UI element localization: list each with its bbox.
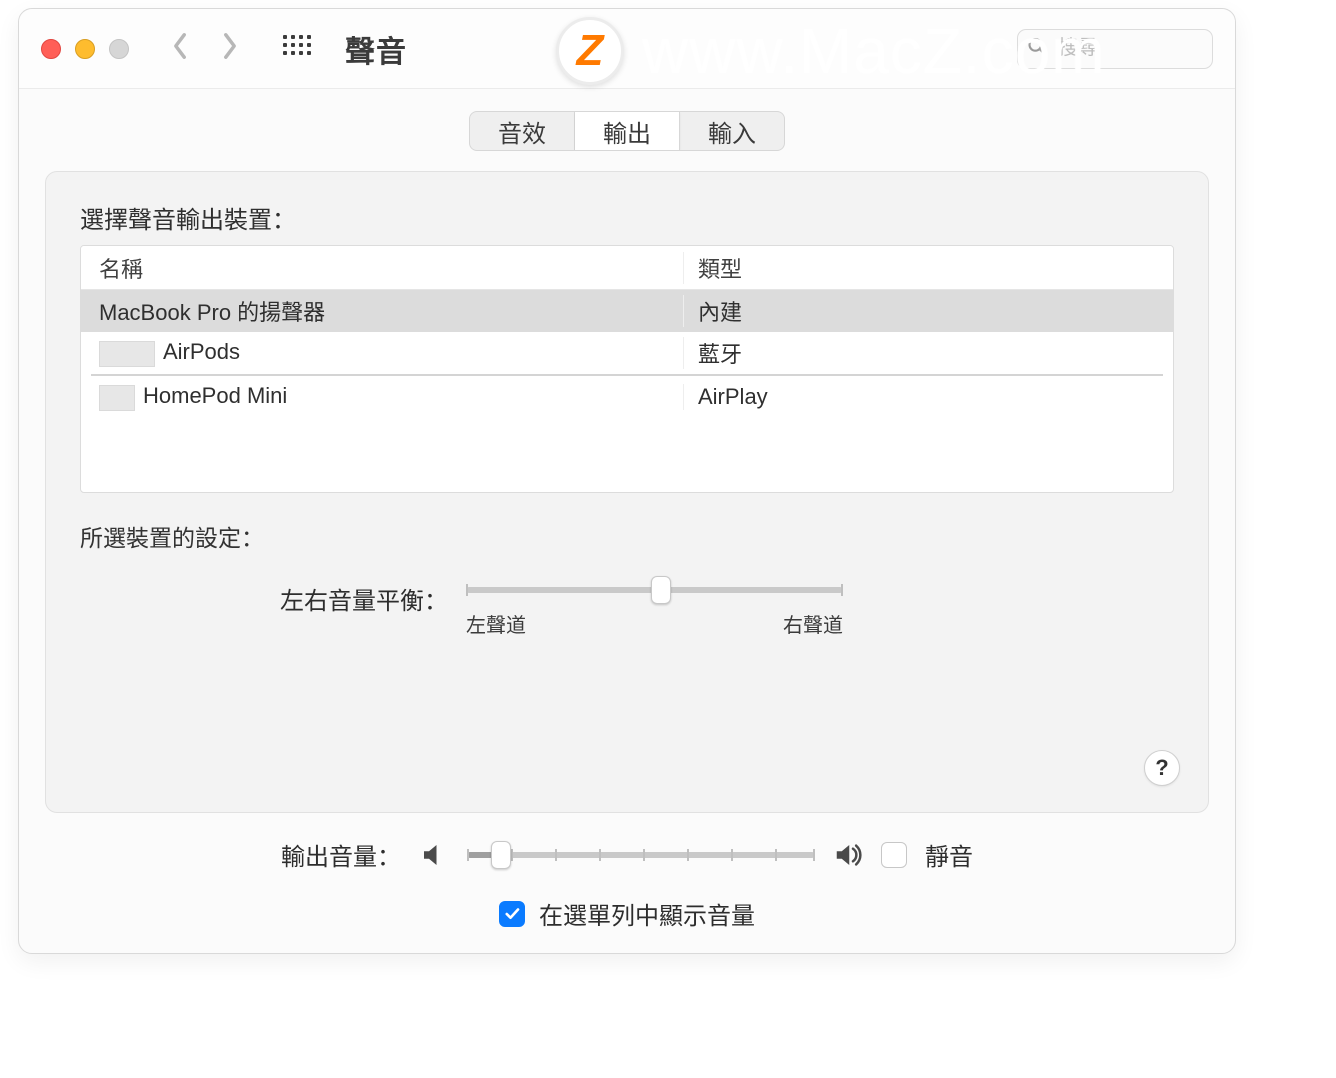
device-type: 藍牙 [683,337,1173,369]
show-in-menubar-label: 在選單列中顯示音量 [539,896,755,931]
output-volume-label: 輸出音量： [281,837,401,872]
device-name: MacBook Pro 的揚聲器 [81,295,683,327]
tab-input[interactable]: 輸入 [680,112,784,150]
balance-slider-labels: 左聲道 右聲道 [466,609,843,638]
footer: 輸出音量： 靜音 [19,813,1235,953]
device-type: 內建 [683,295,1173,327]
balance-slider-col: 左聲道 右聲道 [466,581,1174,638]
tab-sound-effects[interactable]: 音效 [470,112,575,150]
show-in-menubar-row: 在選單列中顯示音量 [499,896,755,931]
segmented-control: 音效 輸出 輸入 [469,111,785,151]
minimize-button[interactable] [75,39,95,59]
grid-icon [283,35,311,63]
table-row[interactable]: AirPods 藍牙 [81,332,1173,374]
device-name-text: AirPods [163,339,240,364]
search-wrap [1017,29,1213,69]
back-button[interactable] [169,32,191,65]
tab-output[interactable]: 輸出 [575,112,680,150]
balance-row: 左右音量平衡： 左聲道 右聲道 [80,581,1174,638]
column-header-type[interactable]: 類型 [683,252,1173,284]
table-row[interactable]: MacBook Pro 的揚聲器 內建 [81,290,1173,332]
show-in-menubar-checkbox[interactable] [499,901,525,927]
show-all-button[interactable] [283,35,311,63]
select-device-label: 選擇聲音輸出裝置： [80,200,1174,235]
traffic-lights [41,39,129,59]
device-name: HomePod Mini [81,383,683,410]
table-row[interactable]: HomePod Mini AirPlay [81,376,1173,418]
tab-row: 音效 輸出 輸入 [19,89,1235,151]
column-header-name[interactable]: 名稱 [81,252,683,284]
balance-slider[interactable] [466,587,843,593]
window-title: 聲音 [345,27,407,71]
table-header: 名稱 類型 [81,246,1173,290]
forward-button[interactable] [219,32,241,65]
device-type: AirPlay [683,384,1173,410]
output-volume-slider[interactable] [467,852,815,858]
toolbar: 聲音 [19,9,1235,89]
mute-checkbox[interactable] [881,842,907,868]
device-name: AirPods [81,339,683,366]
balance-right-label: 右聲道 [783,609,843,638]
nav-arrows [169,32,241,65]
selected-device-settings-label: 所選裝置的設定： [80,519,1174,553]
close-button[interactable] [41,39,61,59]
device-icon [99,385,135,411]
output-volume-knob[interactable] [491,841,511,869]
search-icon [1027,36,1047,61]
volume-high-icon [833,840,863,870]
device-table: 名稱 類型 MacBook Pro 的揚聲器 內建 AirPods 藍牙 Hom… [80,245,1174,493]
volume-low-icon [419,840,449,870]
help-button[interactable]: ? [1144,750,1180,786]
balance-slider-knob[interactable] [651,576,671,604]
output-panel: 選擇聲音輸出裝置： 名稱 類型 MacBook Pro 的揚聲器 內建 AirP… [45,171,1209,813]
balance-left-label: 左聲道 [466,609,526,638]
sound-preferences-window: 聲音 音效 輸出 輸入 選擇聲音輸出裝置： 名稱 類型 MacBook Pro … [18,8,1236,954]
output-volume-row: 輸出音量： 靜音 [281,837,973,872]
maximize-button[interactable] [109,39,129,59]
balance-label: 左右音量平衡： [80,581,466,616]
device-name-text: HomePod Mini [143,383,287,408]
device-icon [99,341,155,367]
mute-label: 靜音 [925,837,973,872]
